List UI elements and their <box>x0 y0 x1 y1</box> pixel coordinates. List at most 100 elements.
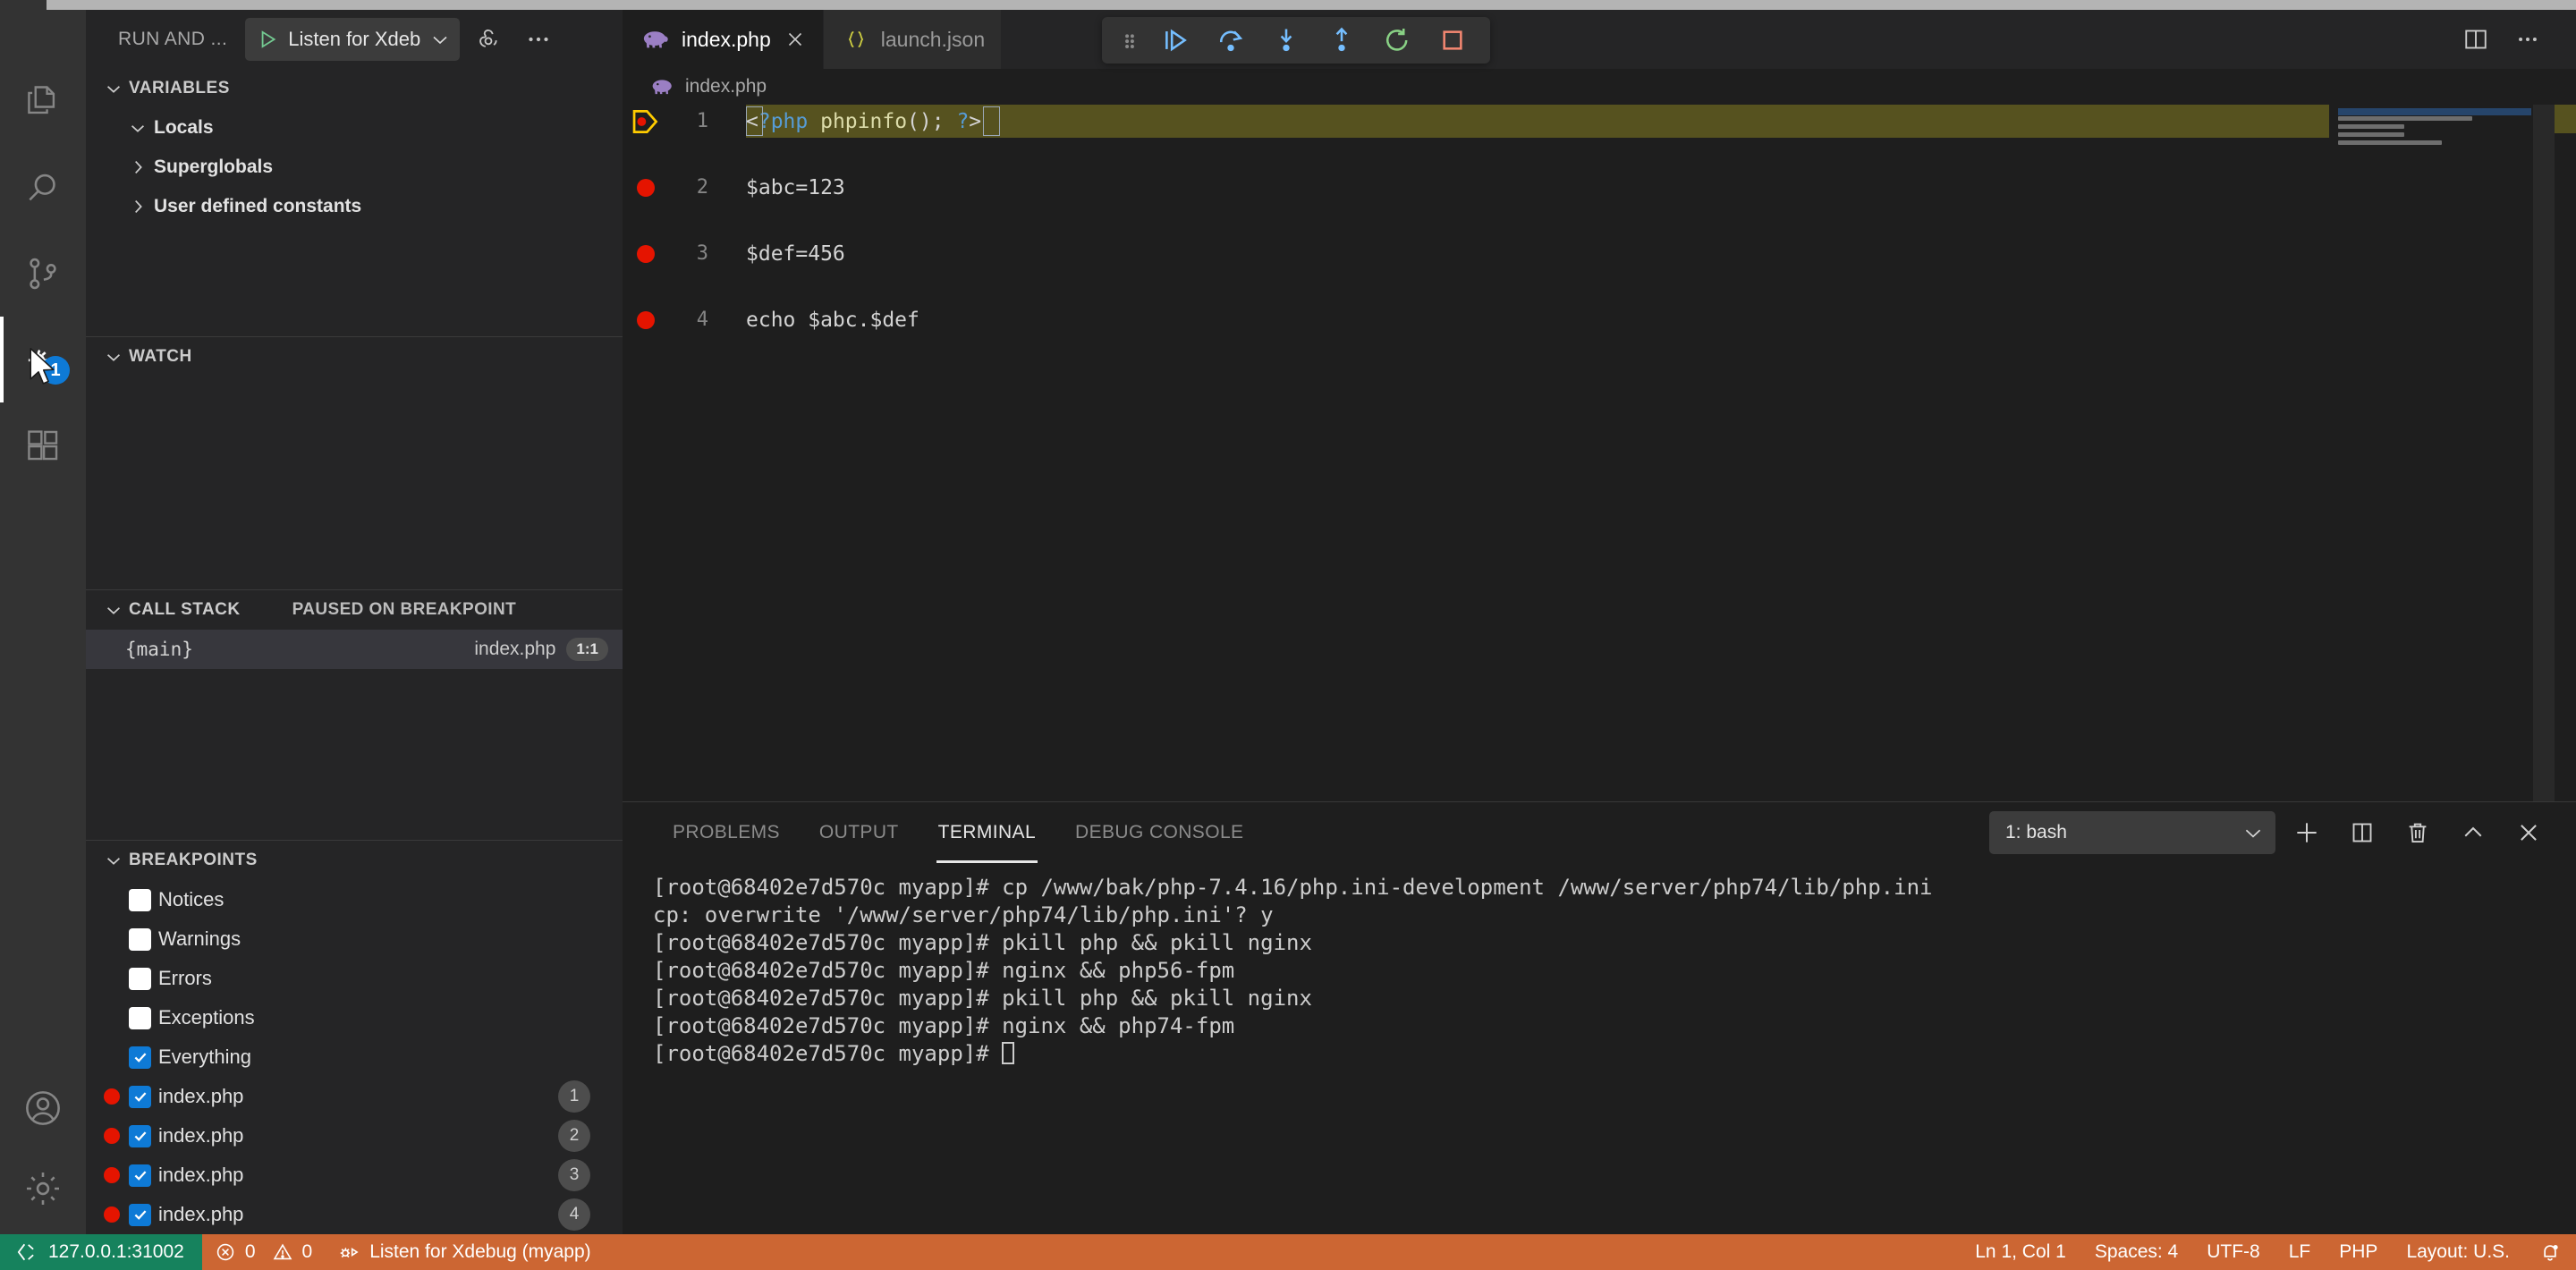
breakpoint-checkbox[interactable] <box>129 1124 151 1147</box>
status-language-mode[interactable]: PHP <box>2325 1234 2392 1270</box>
line-number: 3 <box>696 242 708 265</box>
chevron-up-icon[interactable] <box>2449 809 2497 857</box>
callstack-header[interactable]: CALL STACK PAUSED ON BREAKPOINT <box>86 590 623 630</box>
status-indentation[interactable]: Spaces: 4 <box>2080 1234 2192 1270</box>
stop-button[interactable] <box>1428 20 1478 61</box>
list-item[interactable]: index.php 2 <box>86 1116 623 1156</box>
breakpoint-glyph[interactable] <box>623 303 669 336</box>
trash-icon[interactable] <box>2394 809 2442 857</box>
code-line-4[interactable]: 4 echo $abc.$def <box>623 303 2576 336</box>
variables-scope-user-defined-constants[interactable]: User defined constants <box>86 187 623 226</box>
breakpoint-glyph[interactable] <box>623 171 669 204</box>
new-terminal-icon[interactable] <box>2283 809 2331 857</box>
launch-config-dropdown[interactable]: Listen for Xdeb <box>245 18 461 61</box>
step-out-button[interactable] <box>1317 20 1367 61</box>
tab-index-php[interactable]: index.php <box>623 10 824 69</box>
sidebar-item-source-control[interactable] <box>0 231 86 317</box>
terminal-selector[interactable]: 1: bash <box>1989 811 2275 854</box>
list-item[interactable]: index.php 3 <box>86 1156 623 1195</box>
tab-label: launch.json <box>880 27 986 51</box>
close-panel-icon[interactable] <box>2504 809 2553 857</box>
code-line-2[interactable]: 2 $abc=123 <box>623 171 2576 204</box>
breakpoint-label: Notices <box>158 888 225 910</box>
sidebar-item-search[interactable] <box>0 145 86 231</box>
chevron-right-icon <box>125 155 150 180</box>
list-item[interactable]: Warnings <box>86 919 623 959</box>
status-notifications[interactable] <box>2524 1234 2576 1270</box>
watch-header[interactable]: WATCH <box>86 337 623 377</box>
debug-alt-icon <box>337 1240 360 1264</box>
status-keyboard-layout[interactable]: Layout: U.S. <box>2392 1234 2524 1270</box>
step-over-button[interactable] <box>1206 20 1256 61</box>
overview-ruler[interactable] <box>2555 105 2576 811</box>
breakpoints-header[interactable]: BREAKPOINTS <box>86 841 623 880</box>
debug-toolbar <box>1102 17 1490 64</box>
list-item[interactable]: Errors <box>86 959 623 998</box>
sidebar-more-actions-icon[interactable] <box>517 18 560 61</box>
tab-problems[interactable]: PROBLEMS <box>653 802 800 863</box>
variables-scope-locals[interactable]: Locals <box>86 108 623 148</box>
minimap-slider[interactable] <box>2533 105 2555 811</box>
status-problems[interactable]: 0 0 <box>202 1234 325 1270</box>
panel-actions: 1: bash <box>1989 802 2553 863</box>
tab-output[interactable]: OUTPUT <box>800 802 919 863</box>
warning-icon <box>272 1241 293 1263</box>
breakpoint-checkbox[interactable] <box>129 1164 151 1187</box>
close-icon[interactable] <box>784 28 807 51</box>
tab-terminal[interactable]: TERMINAL <box>919 802 1055 863</box>
status-debug-session[interactable]: Listen for Xdebug (myapp) <box>325 1234 603 1270</box>
status-remote-host[interactable]: 127.0.0.1:31002 <box>0 1234 202 1270</box>
callstack-section: CALL STACK PAUSED ON BREAKPOINT {main} i… <box>86 590 623 669</box>
debug-badge: 1 <box>41 356 70 385</box>
breakpoint-checkbox[interactable] <box>129 1006 151 1029</box>
restart-button[interactable] <box>1372 20 1422 61</box>
breakpoint-checkbox[interactable] <box>129 927 151 951</box>
frame-position: 1:1 <box>566 638 608 661</box>
gear-icon[interactable] <box>0 1146 86 1232</box>
status-encoding[interactable]: UTF-8 <box>2192 1234 2275 1270</box>
status-bar: 127.0.0.1:31002 0 0 Listen for Xdebug (m… <box>0 1234 2576 1270</box>
sidebar-item-explorer[interactable] <box>0 59 86 145</box>
variables-section: VARIABLES Locals Superglobals User defin… <box>86 69 623 226</box>
variables-scope-superglobals[interactable]: Superglobals <box>86 148 623 187</box>
status-cursor-position[interactable]: Ln 1, Col 1 <box>1961 1234 2080 1270</box>
breakpoint-checkbox[interactable] <box>129 1085 151 1108</box>
overview-mark <box>2555 105 2576 133</box>
editor-more-actions-icon[interactable] <box>2504 16 2551 63</box>
panel-tab-bar: PROBLEMS OUTPUT TERMINAL DEBUG CONSOLE 1… <box>623 802 2576 863</box>
continue-button[interactable] <box>1150 20 1200 61</box>
drag-handle-icon[interactable] <box>1114 20 1145 61</box>
line-content: $def=456 <box>746 241 845 266</box>
activity-bar: 1 <box>0 10 86 1250</box>
minimap[interactable] <box>2261 105 2555 811</box>
account-icon[interactable] <box>0 1065 86 1151</box>
tab-launch-json[interactable]: launch.json <box>823 10 1003 69</box>
sidebar-item-extensions[interactable] <box>0 402 86 488</box>
split-terminal-icon[interactable] <box>2338 809 2386 857</box>
debug-session-label: Listen for Xdebug (myapp) <box>369 1241 591 1262</box>
split-editor-icon[interactable] <box>2453 16 2499 63</box>
code-line-3[interactable]: 3 $def=456 <box>623 237 2576 270</box>
list-item[interactable]: Exceptions <box>86 998 623 1037</box>
list-item[interactable]: index.php 4 <box>86 1195 623 1234</box>
breakpoint-checkbox[interactable] <box>129 1203 151 1226</box>
debug-config-gear-icon[interactable] <box>467 18 510 61</box>
list-item[interactable]: Notices <box>86 880 623 919</box>
tab-debug-console[interactable]: DEBUG CONSOLE <box>1055 802 1263 863</box>
step-into-button[interactable] <box>1261 20 1311 61</box>
callstack-frame[interactable]: {main} index.php 1:1 <box>86 630 623 669</box>
list-item[interactable]: Everything <box>86 1037 623 1077</box>
breakpoint-checkbox[interactable] <box>129 1046 151 1069</box>
status-eol[interactable]: LF <box>2275 1234 2326 1270</box>
breakpoint-glyph[interactable] <box>623 237 669 270</box>
breakpoint-checkbox[interactable] <box>129 967 151 990</box>
list-item[interactable]: index.php 1 <box>86 1077 623 1116</box>
breadcrumb[interactable]: index.php <box>623 69 2576 105</box>
terminal-output[interactable]: [root@68402e7d570c myapp]# cp /www/bak/p… <box>623 863 2576 1251</box>
sidebar-item-run-and-debug[interactable]: 1 <box>0 317 86 402</box>
chevron-down-icon <box>102 77 125 100</box>
code-editor[interactable]: 1 <?php phpinfo(); ?> 2 $abc=123 3 $def=… <box>623 105 2576 811</box>
variables-header[interactable]: VARIABLES <box>86 69 623 108</box>
breakpoint-line-number: 2 <box>558 1120 590 1152</box>
breakpoint-checkbox[interactable] <box>129 888 151 911</box>
